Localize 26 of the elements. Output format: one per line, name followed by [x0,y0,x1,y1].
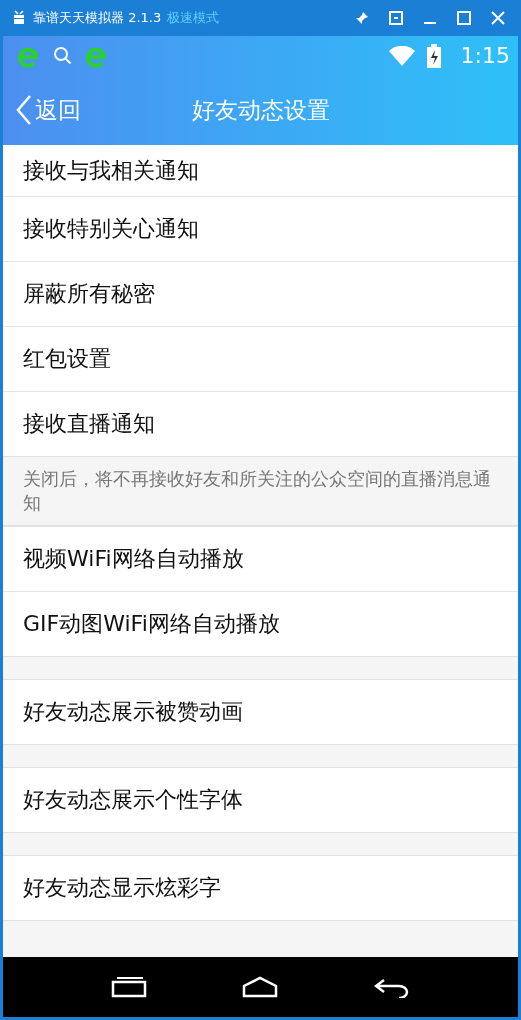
page-title: 好友动态设置 [191,95,330,125]
search-icon [53,45,73,66]
settings-item[interactable]: 红包设置 [3,326,518,391]
settings-item[interactable]: 好友动态展示个性字体 [3,768,518,832]
chevron-left-icon [15,94,33,126]
settings-item[interactable]: 屏蔽所有秘密 [3,261,518,326]
maximize-icon[interactable] [456,10,472,26]
settings-item[interactable]: 接收与我相关通知 [3,145,518,196]
clock-time: 1:15 [460,43,510,68]
recent-apps-icon[interactable] [110,976,147,998]
close-icon[interactable] [490,10,506,26]
app-icon [11,10,27,26]
settings-item[interactable]: 接收直播通知 [3,391,518,456]
home-icon[interactable] [242,976,279,998]
battery-icon [426,43,441,68]
wifi-icon [388,45,415,66]
settings-item[interactable]: 好友动态展示被赞动画 [3,680,518,744]
settings-item[interactable]: 接收特别关心通知 [3,196,518,261]
back-icon[interactable] [374,976,411,998]
window-title: 靠谱天天模拟器 2.1.3 [33,9,162,27]
mode-label: 极速模式 [167,9,220,27]
settings-item[interactable]: 视频WiFi网络自动播放 [3,527,518,591]
pin-icon[interactable] [354,10,370,26]
settings-item[interactable]: GIF动图WiFi网络自动播放 [3,591,518,656]
restore-icon[interactable] [388,10,404,26]
settings-item[interactable]: 好友动态显示炫彩字 [3,856,518,920]
